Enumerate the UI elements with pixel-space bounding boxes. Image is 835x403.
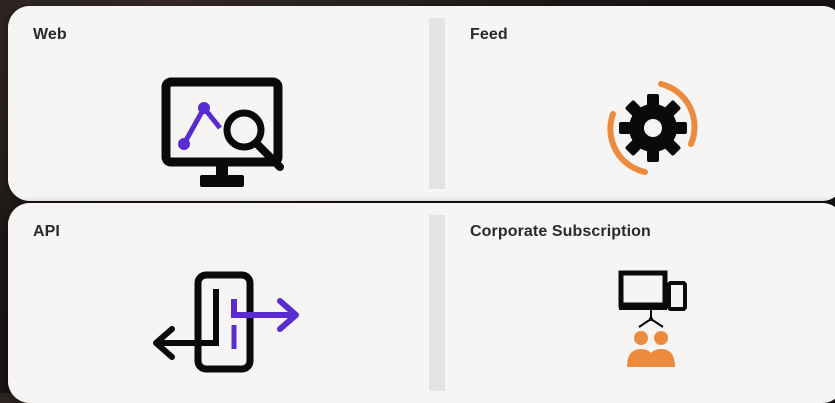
bottom-divider xyxy=(429,215,445,391)
card-api-title: API xyxy=(33,223,60,240)
api-phone-arrows-icon xyxy=(153,271,299,373)
bottom-panel: API Corporate Subscription xyxy=(8,203,835,403)
card-web[interactable]: Web xyxy=(8,6,429,201)
card-corporate-subscription-title: Corporate Subscription xyxy=(470,223,651,240)
card-corporate-subscription[interactable]: Corporate Subscription xyxy=(445,203,835,403)
feed-gear-sync-icon xyxy=(607,81,698,175)
corporate-subscription-icon xyxy=(618,270,687,367)
card-api[interactable]: API xyxy=(8,203,429,403)
card-feed[interactable]: Feed xyxy=(445,6,835,201)
card-web-title: Web xyxy=(33,26,67,43)
top-divider xyxy=(429,18,445,189)
web-analytics-icon xyxy=(161,77,284,187)
top-panel: Web Feed xyxy=(8,6,835,201)
card-feed-title: Feed xyxy=(470,26,508,43)
